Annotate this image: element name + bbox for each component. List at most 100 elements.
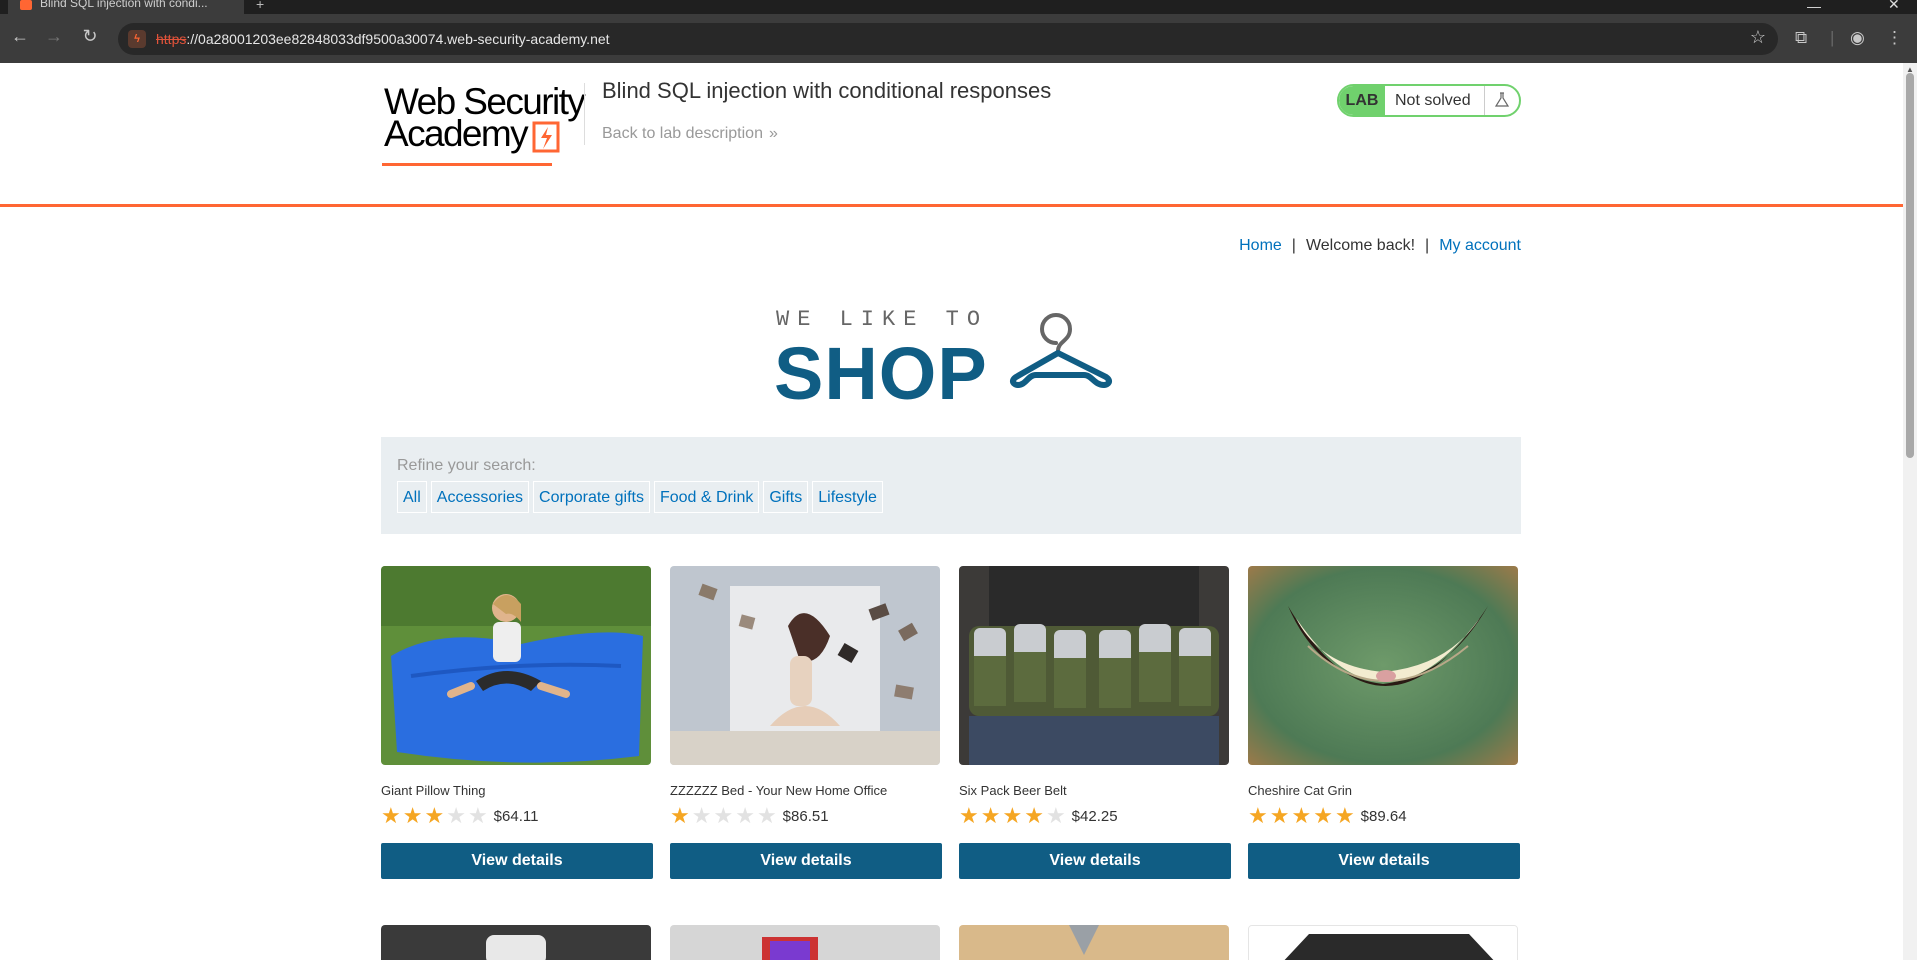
nav-separator: |: [1291, 237, 1296, 254]
filter-label: Refine your search:: [397, 457, 536, 474]
url-host: ://0a28001203ee82848033df9500a30074.web-…: [186, 31, 610, 47]
product-name: Giant Pillow Thing: [381, 783, 486, 798]
browser-tab[interactable]: Blind SQL injection with condi...: [8, 0, 244, 14]
site-info-icon[interactable]: ϟ: [128, 30, 146, 48]
page-scrollbar[interactable]: ▲: [1903, 63, 1917, 960]
star-icon: ★: [1269, 803, 1290, 828]
product-image: [1248, 925, 1518, 960]
view-details-button[interactable]: View details: [1248, 843, 1520, 879]
product-image: [381, 566, 651, 765]
lab-tag: LAB: [1339, 86, 1385, 115]
back-link-label: Back to lab description: [602, 125, 763, 142]
banner-shop-text: SHOP: [774, 332, 988, 415]
back-to-lab-description-link[interactable]: Back to lab description »: [602, 125, 778, 143]
star-icon: ★: [756, 803, 777, 828]
star-icon: ★: [1334, 803, 1355, 828]
scroll-thumb[interactable]: [1906, 73, 1914, 458]
toolbar-divider: |: [1830, 28, 1835, 47]
star-icon: ★: [1002, 803, 1023, 828]
view-details-button[interactable]: View details: [959, 843, 1231, 879]
view-details-button[interactable]: View details: [381, 843, 653, 879]
filter-lifestyle[interactable]: Lifestyle: [812, 481, 883, 513]
star-icon: ★: [1291, 803, 1312, 828]
product-image: [670, 925, 940, 960]
page-viewport: Web Security Academy Blind SQL injection…: [0, 63, 1903, 960]
product-rating: ★ ★ ★ ★ ★ $42.25: [959, 805, 1118, 827]
star-icon: ★: [980, 803, 1001, 828]
product-image: [959, 925, 1229, 960]
forward-arrow-icon[interactable]: →: [42, 24, 66, 48]
star-icon: ★: [402, 803, 423, 828]
nav-my-account-link[interactable]: My account: [1439, 237, 1521, 254]
banner-tagline: WE LIKE TO: [776, 307, 989, 332]
back-arrow-icon[interactable]: ←: [8, 24, 32, 48]
star-icon: ★: [381, 803, 401, 828]
url-scheme: https: [156, 31, 187, 47]
top-nav: Home | Welcome back! | My account: [1239, 237, 1521, 255]
product-name: Cheshire Cat Grin: [1248, 783, 1353, 798]
product-image: [1248, 566, 1518, 765]
new-tab-button[interactable]: +: [256, 0, 264, 12]
star-icon: ★: [691, 803, 712, 828]
url-text[interactable]: https://0a28001203ee82848033df9500a30074…: [156, 31, 610, 47]
hanger-icon: [1010, 313, 1112, 388]
profile-icon[interactable]: ◉: [1850, 26, 1865, 50]
filter-food-drink[interactable]: Food & Drink: [653, 481, 760, 513]
product-rating: ★ ★ ★ ★ ★ $89.64: [1248, 805, 1407, 827]
star-icon: ★: [1045, 803, 1066, 828]
filter-gifts[interactable]: Gifts: [763, 481, 809, 513]
minimize-icon[interactable]: —: [1807, 0, 1821, 14]
web-security-academy-logo[interactable]: Web Security Academy: [382, 81, 586, 166]
header-divider: [584, 83, 585, 145]
star-icon: ★: [713, 803, 734, 828]
star-icon: ★: [1313, 803, 1333, 828]
browser-toolbar: ← → ↻ ϟ https://0a28001203ee82848033df95…: [0, 14, 1917, 63]
product-rating: ★ ★ ★ ★ ★ $64.11: [381, 805, 538, 827]
logo-bolt-icon: [532, 121, 560, 153]
shop-banner: WE LIKE TO SHOP: [774, 307, 1134, 415]
product-image: [959, 566, 1229, 765]
product-name: ZZZZZZ Bed - Your New Home Office: [670, 783, 888, 798]
double-chevron-icon: »: [768, 125, 778, 142]
tab-favicon-icon: [20, 0, 32, 10]
product-price: $86.51: [782, 807, 829, 825]
product-price: $42.25: [1071, 807, 1118, 825]
star-icon: ★: [670, 803, 690, 828]
star-icon: ★: [467, 803, 488, 828]
nav-separator: |: [1425, 237, 1430, 254]
star-icon: ★: [424, 803, 445, 828]
star-icon: ★: [1248, 803, 1268, 828]
product-image: [670, 566, 940, 765]
lab-title: Blind SQL injection with conditional res…: [602, 78, 1052, 103]
product-price: $64.11: [493, 807, 539, 825]
star-icon: ★: [735, 803, 755, 828]
star-icon: ★: [446, 803, 466, 828]
product-name: Six Pack Beer Belt: [959, 783, 1067, 798]
filter-all[interactable]: All: [397, 481, 427, 513]
bookmark-star-icon[interactable]: ☆: [1750, 27, 1766, 48]
product-rating: ★ ★ ★ ★ ★ $86.51: [670, 805, 829, 827]
nav-home-link[interactable]: Home: [1239, 237, 1282, 254]
tab-search-icon[interactable]: ⧉: [1795, 26, 1807, 50]
star-icon: ★: [1024, 803, 1044, 828]
filter-accessories[interactable]: Accessories: [430, 481, 530, 513]
tab-strip: Blind SQL injection with condi... + — ✕: [0, 0, 1917, 14]
academy-header: Web Security Academy Blind SQL injection…: [0, 63, 1903, 207]
tab-title: Blind SQL injection with condi...: [40, 0, 208, 10]
close-window-icon[interactable]: ✕: [1888, 0, 1900, 13]
star-icon: ★: [959, 803, 979, 828]
lab-status-text: Not solved: [1395, 92, 1471, 109]
logo-line2: Academy: [384, 113, 529, 154]
filter-corporate-gifts[interactable]: Corporate gifts: [533, 481, 650, 513]
view-details-button[interactable]: View details: [670, 843, 942, 879]
address-bar[interactable]: ϟ https://0a28001203ee82848033df9500a300…: [118, 23, 1778, 55]
product-price: $89.64: [1360, 807, 1407, 825]
menu-kebab-icon[interactable]: ⋮: [1886, 26, 1903, 50]
reload-icon[interactable]: ↻: [78, 24, 102, 48]
welcome-text: Welcome back!: [1305, 237, 1416, 254]
lab-status-badge: LAB Not solved: [1337, 84, 1521, 117]
search-filter: Refine your search: All Accessories Corp…: [381, 437, 1521, 534]
filter-categories: All Accessories Corporate gifts Food & D…: [397, 481, 883, 513]
flask-icon: [1484, 86, 1519, 115]
product-image: [381, 925, 651, 960]
